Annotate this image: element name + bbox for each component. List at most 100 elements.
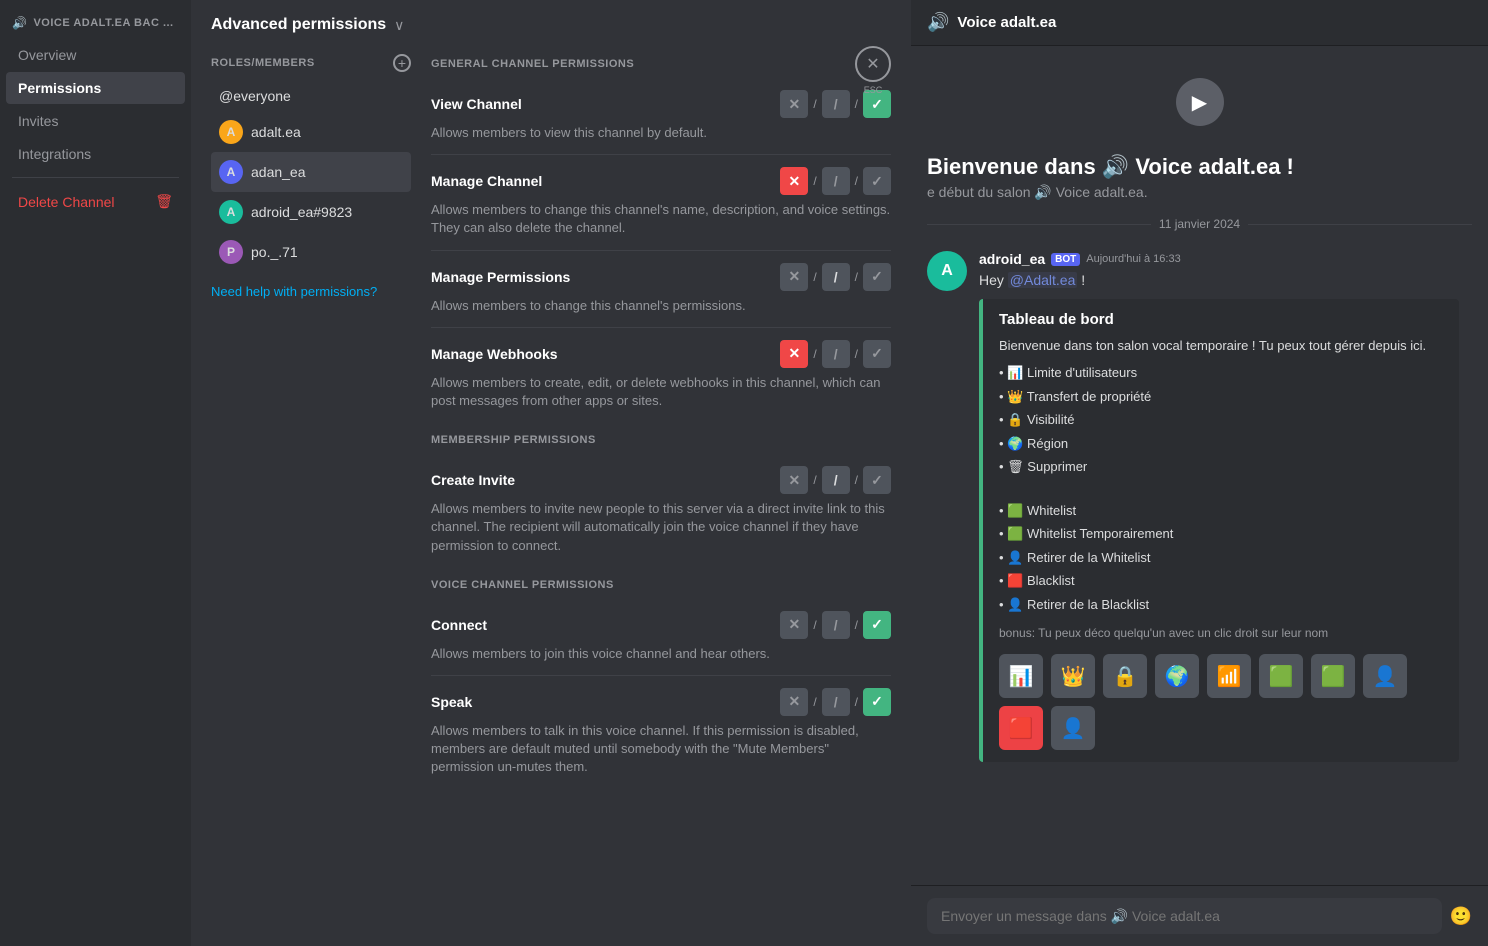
permission-item: Manage Channel ✕ / / / ✓ Allows members to cha… (431, 155, 891, 250)
deny-button[interactable]: ✕ (780, 340, 808, 368)
help-link[interactable]: Need help with permissions? (211, 272, 411, 311)
mention[interactable]: @Adalt.ea (1008, 272, 1078, 288)
toggle-divider: / (854, 270, 859, 284)
deny-button[interactable]: ✕ (780, 466, 808, 494)
role-item-adroid[interactable]: A adroid_ea#9823 (211, 192, 411, 232)
neutral-button[interactable]: / (822, 688, 850, 716)
bot-badge: BOT (1051, 253, 1080, 266)
emoji-icon[interactable]: 🙂 (1450, 906, 1472, 927)
list-item: 🟩 Whitelist Temporairement (999, 522, 1443, 546)
permission-name: Manage Webhooks (431, 346, 558, 362)
permission-item-header: Create Invite✕///✓ (431, 466, 891, 494)
role-item-po[interactable]: P po._.71 (211, 232, 411, 272)
toggle-divider: / (812, 174, 817, 188)
permission-item-header: Connect✕///✓ (431, 611, 891, 639)
member-avatar: P (219, 240, 243, 264)
allow-button[interactable]: ✓ (863, 611, 891, 639)
permissions-panel: Advanced permissions ∨ ROLES/MEMBERS + @… (191, 0, 911, 946)
embed-button-btn9[interactable]: 🟥 (999, 706, 1043, 750)
permission-name: Manage Permissions (431, 269, 570, 285)
everyone-label: @everyone (219, 88, 291, 104)
allow-button[interactable]: ✓ (863, 466, 891, 494)
neutral-button[interactable]: / (822, 340, 850, 368)
voice-header-icon: 🔊 (927, 12, 949, 33)
voice-permissions-list: Connect✕///✓Allows members to join this … (431, 599, 891, 789)
permission-name: Manage Channel (431, 173, 542, 189)
permission-toggle: ✕///✓ (780, 263, 891, 291)
deny-button[interactable]: ✕ (780, 263, 808, 291)
sidebar: 🔊 VOICE ADALT.EA BAC ... OverviewPermiss… (0, 0, 191, 946)
neutral-button[interactable]: / (822, 167, 850, 195)
add-role-button[interactable]: + (393, 54, 411, 72)
allow-button[interactable]: ✓ (863, 688, 891, 716)
embed-button-btn1[interactable]: 📊 (999, 654, 1043, 698)
embed-button-btn6[interactable]: 🟩 (1259, 654, 1303, 698)
avatar: A (927, 251, 967, 291)
membership-perms-section-title: MEMBERSHIP PERMISSIONS (431, 422, 891, 454)
voice-welcome-button[interactable]: ▶ (1176, 78, 1224, 126)
list-item: 🟩 Whitelist (999, 499, 1443, 523)
embed-button-btn2[interactable]: 👑 (1051, 654, 1095, 698)
deny-button[interactable]: ✕ (780, 90, 808, 118)
voice-input-area: 🙂 (911, 885, 1488, 946)
sidebar-nav: OverviewPermissionsInvitesIntegrations (0, 38, 191, 171)
embed-list-1: 📊 Limite d'utilisateurs👑 Transfert de pr… (999, 361, 1443, 479)
sidebar-item-invites[interactable]: Invites (6, 105, 185, 137)
esc-label: ESC (855, 85, 891, 95)
embed-buttons: 📊👑🔒🌍📶🟩🟩👤🟥👤 (999, 654, 1443, 750)
embed-button-btn8[interactable]: 👤 (1363, 654, 1407, 698)
sidebar-item-permissions[interactable]: Permissions (6, 72, 185, 104)
permission-description: Allows members to change this channel's … (431, 201, 891, 237)
message-timestamp: Aujourd'hui à 16:33 (1086, 253, 1180, 265)
permission-description: Allows members to invite new people to t… (431, 500, 891, 555)
embed-list-2: 🟩 Whitelist🟩 Whitelist Temporairement👤 R… (999, 499, 1443, 617)
embed-button-btn3[interactable]: 🔒 (1103, 654, 1147, 698)
deny-button[interactable]: ✕ (780, 611, 808, 639)
allow-button[interactable]: ✓ (863, 167, 891, 195)
permission-description: Allows members to create, edit, or delet… (431, 374, 891, 410)
embed-button-btn7[interactable]: 🟩 (1311, 654, 1355, 698)
permission-name: Connect (431, 617, 487, 633)
permission-toggle: ✕ / / / ✓ (780, 167, 891, 195)
close-button[interactable]: ✕ (855, 46, 891, 82)
deny-button[interactable]: ✕ (780, 688, 808, 716)
embed-button-btn5[interactable]: 📶 (1207, 654, 1251, 698)
member-avatar: A (219, 200, 243, 224)
neutral-button[interactable]: / (822, 263, 850, 291)
role-item-adalt[interactable]: A adalt.ea (211, 112, 411, 152)
membership-permissions-list: Create Invite✕///✓Allows members to invi… (431, 454, 891, 567)
allow-button[interactable]: ✓ (863, 340, 891, 368)
neutral-button[interactable]: / (822, 90, 850, 118)
permission-description: Allows members to talk in this voice cha… (431, 722, 891, 777)
role-item-everyone[interactable]: @everyone (211, 80, 411, 112)
volume-icon: 🔊 (12, 16, 27, 30)
allow-button[interactable]: ✓ (863, 263, 891, 291)
permission-toggle: ✕///✓ (780, 688, 891, 716)
delete-channel-button[interactable]: Delete Channel 🗑 (6, 185, 185, 218)
neutral-button[interactable]: / (822, 466, 850, 494)
toggle-divider: / (812, 473, 817, 487)
advanced-permissions-title: Advanced permissions (211, 16, 386, 34)
voice-panel: 🔊 Voice adalt.ea ▶ Bienvenue dans 🔊 Voic… (911, 0, 1488, 946)
sidebar-item-overview[interactable]: Overview (6, 39, 185, 71)
permission-item: Create Invite✕///✓Allows members to invi… (431, 454, 891, 567)
deny-button[interactable]: ✕ (780, 167, 808, 195)
toggle-divider: / (854, 174, 859, 188)
permission-item-header: Manage Permissions✕///✓ (431, 263, 891, 291)
embed-button-btn4[interactable]: 🌍 (1155, 654, 1199, 698)
role-item-adan[interactable]: A adan_ea (211, 152, 411, 192)
sidebar-channel-header: 🔊 VOICE ADALT.EA BAC ... (0, 8, 191, 38)
member-avatar: A (219, 120, 243, 144)
message-input[interactable] (927, 898, 1442, 934)
chevron-down-icon[interactable]: ∨ (394, 17, 404, 34)
permission-toggle: ✕///✓ (780, 340, 891, 368)
permission-name: Create Invite (431, 472, 515, 488)
message-content: adroid_ea BOT Aujourd'hui à 16:33 Hey @A… (979, 251, 1472, 762)
permission-name: Speak (431, 694, 472, 710)
toggle-divider: / (854, 347, 859, 361)
sidebar-item-integrations[interactable]: Integrations (6, 138, 185, 170)
message-row: A adroid_ea BOT Aujourd'hui à 16:33 Hey … (927, 247, 1472, 766)
embed-button-btn10[interactable]: 👤 (1051, 706, 1095, 750)
embed-body: Bienvenue dans ton salon vocal temporair… (999, 336, 1443, 643)
neutral-button[interactable]: / (822, 611, 850, 639)
